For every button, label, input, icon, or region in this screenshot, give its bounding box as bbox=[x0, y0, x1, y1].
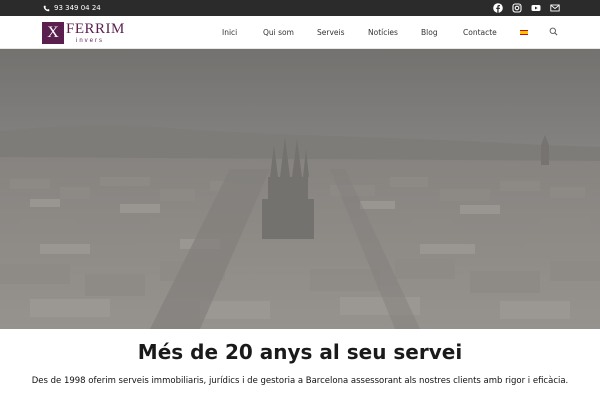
spanish-flag-icon[interactable] bbox=[520, 30, 528, 35]
phone-number[interactable]: 93 349 04 24 bbox=[54, 4, 101, 12]
top-bar: 93 349 04 24 bbox=[0, 0, 600, 16]
logo-mark: X bbox=[42, 22, 64, 44]
instagram-icon[interactable] bbox=[511, 3, 522, 14]
logo-wordmark: FERRIM invers bbox=[66, 21, 125, 45]
nav-item-noticies[interactable]: Notícies bbox=[368, 28, 398, 37]
nav-item-blog[interactable]: Blog bbox=[421, 28, 438, 37]
phone-icon bbox=[43, 5, 50, 11]
mail-icon[interactable] bbox=[549, 3, 560, 14]
nav-item-inici[interactable]: Inici bbox=[222, 28, 237, 37]
intro-headline: Més de 20 anys al seu servei bbox=[137, 340, 463, 364]
nav-item-qui-som[interactable]: Qui som bbox=[263, 28, 294, 37]
facebook-icon[interactable] bbox=[492, 3, 503, 14]
logo-name: FERRIM bbox=[66, 21, 125, 37]
logo-subtitle: invers bbox=[76, 38, 105, 44]
youtube-icon[interactable] bbox=[530, 3, 541, 14]
social-links bbox=[492, 2, 560, 14]
nav-item-serveis[interactable]: Serveis bbox=[317, 28, 345, 37]
site-logo[interactable]: X FERRIM invers bbox=[42, 22, 125, 44]
search-icon[interactable] bbox=[549, 27, 558, 36]
city-panorama bbox=[0, 49, 600, 329]
intro-text: Des de 1998 oferim serveis immobiliaris,… bbox=[31, 376, 569, 386]
main-header: X FERRIM invers Inici Qui som Serveis No… bbox=[0, 16, 600, 49]
hero-image bbox=[0, 49, 600, 329]
phone-contact[interactable]: 93 349 04 24 bbox=[43, 2, 101, 14]
nav-item-contacte[interactable]: Contacte bbox=[463, 28, 497, 37]
